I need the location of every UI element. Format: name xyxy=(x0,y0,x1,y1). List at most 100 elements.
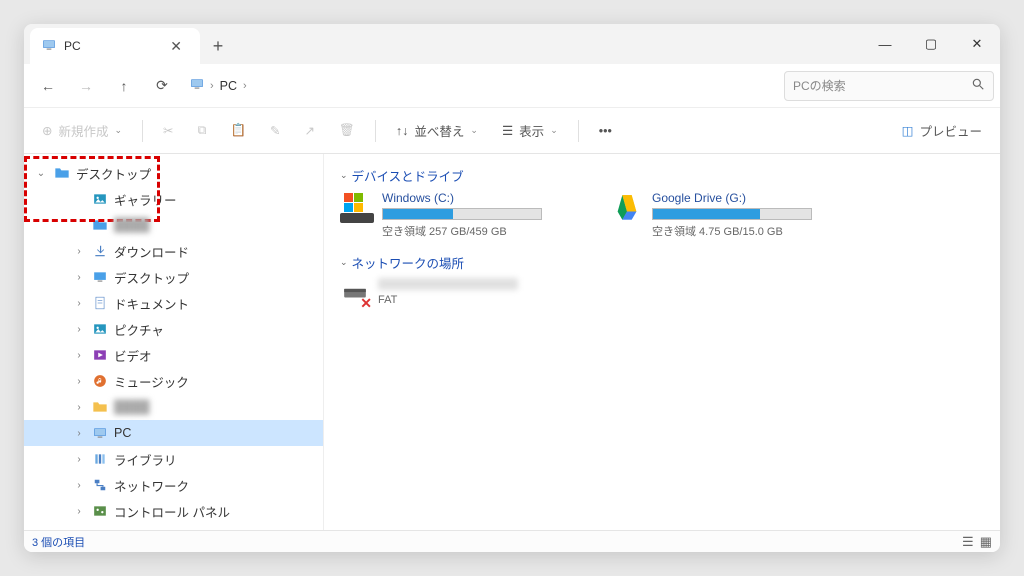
disconnected-icon: ✕ xyxy=(360,295,372,312)
tiles-view-button[interactable]: ▦ xyxy=(980,534,992,550)
cut-button[interactable]: ✂ xyxy=(153,115,183,147)
expander-icon[interactable]: ⌄ xyxy=(34,168,48,179)
network-name-blurred xyxy=(378,278,518,290)
expander-icon[interactable]: › xyxy=(72,480,86,491)
expander-icon[interactable]: › xyxy=(72,506,86,517)
sidebar-item-ギャラリー[interactable]: ギャラリー xyxy=(24,186,323,212)
sidebar-item-ミュージック[interactable]: › ミュージック xyxy=(24,368,323,394)
share-button[interactable]: ↗ xyxy=(295,115,325,147)
folder-icon xyxy=(92,399,108,415)
refresh-button[interactable]: ⟳ xyxy=(144,68,180,104)
network-location-item[interactable]: ✕FAT xyxy=(340,278,984,310)
drive-item[interactable]: Google Drive (G:) 空き領域 4.75 GB/15.0 GB xyxy=(610,191,840,239)
sidebar-item-label: ごみ箱 xyxy=(114,528,152,531)
more-button[interactable]: ••• xyxy=(589,115,622,147)
minimize-button[interactable]: ― xyxy=(862,24,908,64)
sidebar-item-blurred[interactable]: ████ xyxy=(24,212,323,238)
new-button[interactable]: ⊕ 新規作成 ⌄ xyxy=(32,115,132,147)
sidebar-item-コントロール パネル[interactable]: ›コントロール パネル xyxy=(24,498,323,524)
chevron-down-icon: ⌄ xyxy=(340,257,348,268)
expander-icon[interactable]: › xyxy=(72,402,86,413)
download-icon xyxy=(92,243,108,259)
music-icon xyxy=(92,373,108,389)
up-button[interactable]: ↑ xyxy=(106,68,142,104)
paste-button[interactable]: 📋 xyxy=(220,115,256,147)
drive-name: Google Drive (G:) xyxy=(652,191,840,205)
sidebar-item-ネットワーク[interactable]: ›ネットワーク xyxy=(24,472,323,498)
sidebar-item-label: ミュージック xyxy=(114,372,189,391)
new-label: 新規作成 xyxy=(58,121,108,140)
rename-button[interactable]: ✎ xyxy=(260,115,290,147)
preview-icon: ◫ xyxy=(902,123,914,138)
search-placeholder: PCの検索 xyxy=(793,77,846,94)
gdrive-icon xyxy=(610,191,644,225)
picture-icon xyxy=(92,321,108,337)
sidebar-item-ピクチャ[interactable]: › ピクチャ xyxy=(24,316,323,342)
desktop-folder-icon xyxy=(92,269,108,285)
expander-icon[interactable]: › xyxy=(72,376,86,387)
sidebar-item-ごみ箱[interactable]: ごみ箱 xyxy=(24,524,323,530)
view-button[interactable]: ☰ 表示 ⌄ xyxy=(492,115,568,147)
sidebar-item-ライブラリ[interactable]: ›ライブラリ xyxy=(24,446,323,472)
sidebar-item-デスクトップ[interactable]: ⌄デスクトップ xyxy=(24,160,323,186)
back-button[interactable]: ← xyxy=(30,68,66,104)
details-view-button[interactable]: ☰ xyxy=(962,534,974,550)
sidebar-item-label: デスクトップ xyxy=(114,268,189,287)
group-header-network[interactable]: ⌄ ネットワークの場所 xyxy=(340,253,984,272)
share-icon: ↗ xyxy=(305,123,315,138)
video-icon xyxy=(92,347,108,363)
expander-icon[interactable]: › xyxy=(72,324,86,335)
new-tab-button[interactable]: + xyxy=(200,28,236,64)
sidebar-item-ダウンロード[interactable]: ›ダウンロード xyxy=(24,238,323,264)
windows-drive-icon xyxy=(340,191,374,225)
folder-blue-icon xyxy=(92,217,108,233)
expander-icon[interactable]: › xyxy=(72,298,86,309)
chevron-down-icon: ⌄ xyxy=(550,125,558,136)
view-icon: ☰ xyxy=(502,123,513,138)
group-title: ネットワークの場所 xyxy=(352,253,465,272)
preview-button[interactable]: ◫ プレビュー xyxy=(892,115,992,147)
network-drive-icon: ✕ xyxy=(340,278,370,310)
sidebar-item-label: ギャラリー xyxy=(114,190,177,209)
breadcrumb-sep-icon: › xyxy=(243,80,247,92)
cut-icon: ✂ xyxy=(163,123,173,138)
drive-stat: 空き領域 4.75 GB/15.0 GB xyxy=(652,223,840,239)
copy-icon: ⧉ xyxy=(198,123,207,138)
sort-label: 並べ替え xyxy=(414,121,464,140)
breadcrumb-item[interactable]: PC xyxy=(220,79,237,93)
expander-icon[interactable]: › xyxy=(72,246,86,257)
search-input[interactable]: PCの検索 xyxy=(784,71,994,101)
sidebar-item-ドキュメント[interactable]: ›ドキュメント xyxy=(24,290,323,316)
forward-button[interactable]: → xyxy=(68,68,104,104)
close-button[interactable]: ✕ xyxy=(954,24,1000,64)
copy-button[interactable]: ⧉ xyxy=(188,115,217,147)
drive-item[interactable]: Windows (C:)空き領域 257 GB/459 GB xyxy=(340,191,570,239)
delete-button[interactable]: 🗑 xyxy=(329,115,365,147)
sidebar-item-PC[interactable]: › PC xyxy=(24,420,323,446)
breadcrumb[interactable]: › PC › xyxy=(182,77,782,94)
tab-title: PC xyxy=(64,39,81,53)
group-header-devices[interactable]: ⌄ デバイスとドライブ xyxy=(340,166,984,185)
expander-icon[interactable]: › xyxy=(72,454,86,465)
active-tab[interactable]: PC ✕ xyxy=(30,28,200,64)
breadcrumb-sep-icon: › xyxy=(210,80,214,92)
sidebar-item-ビデオ[interactable]: › ビデオ xyxy=(24,342,323,368)
paste-icon: 📋 xyxy=(230,123,246,138)
sidebar-item-blurred[interactable]: ›████ xyxy=(24,394,323,420)
expander-icon[interactable]: › xyxy=(72,350,86,361)
trash-icon xyxy=(92,529,108,530)
sidebar-item-デスクトップ[interactable]: › デスクトップ xyxy=(24,264,323,290)
sidebar-item-label: PC xyxy=(114,426,131,440)
window-controls: ― ▢ ✕ xyxy=(862,24,1000,64)
sidebar-item-label: ピクチャ xyxy=(114,320,164,339)
sidebar-item-label: ビデオ xyxy=(114,346,152,365)
titlebar: PC ✕ + ― ▢ ✕ xyxy=(24,24,1000,64)
expander-icon[interactable]: › xyxy=(72,272,86,283)
tab-close-button[interactable]: ✕ xyxy=(164,36,188,57)
sidebar-item-label: ████ xyxy=(114,218,149,232)
expander-icon[interactable]: › xyxy=(72,428,86,439)
network-icon xyxy=(92,477,108,493)
sort-button[interactable]: ↑↓ 並べ替え ⌄ xyxy=(386,115,488,147)
chevron-down-icon: ⌄ xyxy=(470,125,478,136)
maximize-button[interactable]: ▢ xyxy=(908,24,954,64)
